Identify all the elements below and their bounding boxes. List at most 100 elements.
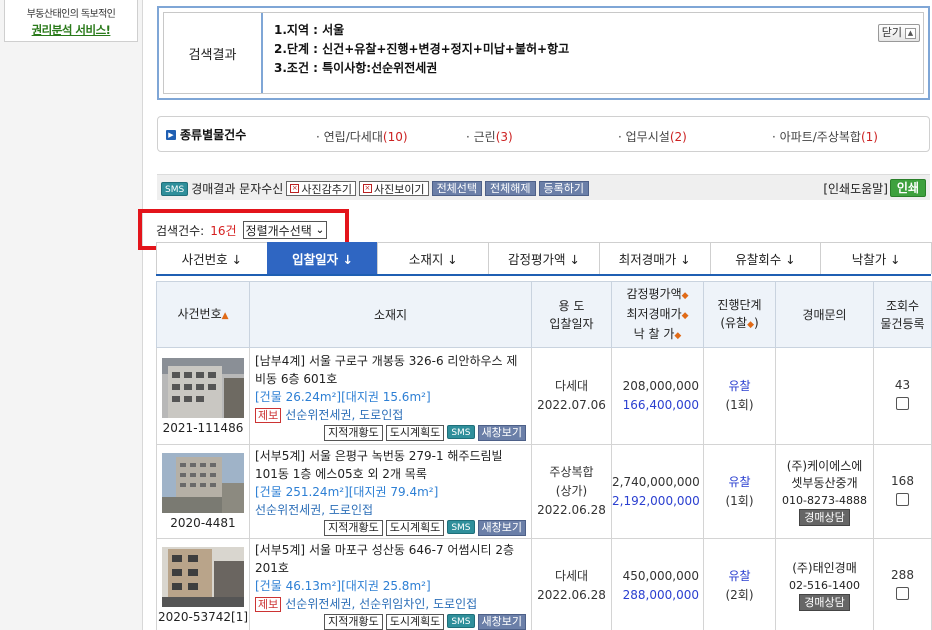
condition-stage: 2.단계 : 신건+유찰+진행+변경+정지+미납+불허+항고: [274, 42, 570, 56]
header-case-label: 사건번호: [177, 306, 222, 321]
bid-date: 2022.06.28: [537, 503, 606, 517]
case-number[interactable]: 2020-4481: [157, 516, 249, 530]
left-sidebar: 부동산태인의 독보적인 권리분석 서비스!: [0, 0, 143, 630]
cadastral-map-button[interactable]: 지적개황도: [324, 520, 383, 536]
sms-button[interactable]: SMS: [447, 424, 475, 439]
sms-button[interactable]: SMS: [447, 614, 475, 628]
register-checkbox[interactable]: [896, 586, 909, 600]
tab-appraisal[interactable]: 감정평가액 ↓: [488, 242, 600, 274]
price-cell: 2,740,000,000 2,192,000,000: [611, 444, 704, 539]
case-cell[interactable]: 2020-53742[1]: [156, 538, 250, 630]
report-badge[interactable]: 제보: [255, 597, 282, 612]
stage-count: (1회): [725, 493, 754, 508]
condition-region: 1.지역 : 서울: [274, 23, 345, 37]
case-number[interactable]: 2020-53742[1]: [157, 610, 249, 624]
tab-case-number[interactable]: 사건번호 ↓: [156, 242, 268, 274]
tab-location[interactable]: 소재지 ↓: [377, 242, 490, 274]
type-count-bar: ▶ 종류별물건수 · 연립/다세대(10) · 근린(3) · 업무시설(2) …: [157, 116, 930, 152]
stage-count: (2회): [725, 587, 754, 602]
header-prices[interactable]: 감정평가액◆ 최저경매가◆ 낙 찰 가◆: [611, 281, 704, 348]
report-badge[interactable]: 제보: [255, 407, 282, 423]
type-item-apartment[interactable]: · 아파트/주상복합(1): [772, 128, 878, 145]
type-item-office[interactable]: · 업무시설(2): [618, 128, 687, 145]
feature-text: 선순위전세권, 도로인접: [285, 407, 404, 422]
search-result-box: 검색결과 1.지역 : 서울 2.단계 : 신건+유찰+진행+변경+정지+미납+…: [157, 6, 930, 100]
stage-count: (1회): [725, 398, 754, 412]
sms-badge[interactable]: SMS: [161, 181, 189, 196]
header-date-label: 입찰일자: [549, 316, 594, 331]
print-help-link[interactable]: [인쇄도움말]: [823, 180, 888, 197]
header-min-label: 최저경매가: [626, 306, 682, 321]
header-stage[interactable]: 진행단계 (유찰◆): [703, 281, 776, 348]
city-plan-button[interactable]: 도시계획도: [385, 614, 445, 630]
header-case-number[interactable]: 사건번호▲: [156, 281, 250, 348]
case-cell[interactable]: 2021-111486: [156, 347, 250, 445]
new-window-button[interactable]: 새창보기: [477, 424, 526, 441]
type-item-neighborhood[interactable]: · 근린(3): [466, 128, 513, 145]
sort-tabs: 사건번호 ↓ 입찰일자 ↓ 소재지 ↓ 감정평가액 ↓ 최저경매가 ↓ 유찰회수…: [156, 242, 932, 276]
header-stage-close: ): [754, 315, 759, 330]
agency-name: (주)케이에스에: [786, 458, 863, 473]
building-photo-icon: [162, 357, 244, 418]
property-photo[interactable]: [162, 547, 244, 607]
area-info: [건물 251.24m²][대지권 79.4m²]: [255, 485, 439, 499]
city-plan-button[interactable]: 도시계획도: [385, 520, 445, 536]
fold-label: 닫기: [881, 26, 902, 39]
sms-button[interactable]: SMS: [447, 520, 475, 534]
use-subtext: (상가): [555, 484, 588, 498]
header-location: 소재지: [249, 281, 532, 348]
tab-fail-count[interactable]: 유찰회수 ↓: [709, 242, 822, 274]
hide-photos-label: 사진감추기: [301, 182, 352, 196]
case-cell[interactable]: 2020-4481: [156, 444, 250, 539]
inquiry-cell: [775, 347, 874, 445]
select-all-button[interactable]: 전체선택: [431, 181, 483, 196]
feature-text: 선순위전세권, 도로인접: [255, 503, 374, 517]
property-photo[interactable]: [162, 357, 244, 418]
new-window-button[interactable]: 새창보기: [477, 520, 526, 536]
cadastral-map-button[interactable]: 지적개황도: [324, 614, 383, 630]
sms-result-text[interactable]: 경매결과 문자수신: [191, 180, 283, 197]
close-box-icon: ×: [362, 184, 372, 193]
register-checkbox[interactable]: [896, 492, 909, 506]
header-stage-sub: (유찰: [720, 315, 748, 330]
property-photo[interactable]: [162, 453, 244, 513]
promo-banner[interactable]: 부동산태인의 독보적인 권리분석 서비스!: [4, 0, 138, 42]
table-row: 2020-4481 [서부5계] 서울 은평구 녹번동 279-1 해주드림빌 …: [156, 444, 932, 539]
consult-button[interactable]: 경매상담: [799, 508, 850, 526]
city-plan-button[interactable]: 도시계획도: [385, 424, 445, 441]
header-views: 조회수 물건등록: [873, 281, 932, 348]
fold-button[interactable]: 닫기 ▲: [877, 24, 920, 42]
register-checkbox[interactable]: [896, 397, 909, 410]
type-item-count: (10): [382, 130, 408, 144]
hide-photos-button[interactable]: × 사진감추기: [286, 181, 356, 196]
tab-winning-bid[interactable]: 낙찰가 ↓: [820, 242, 932, 274]
case-number[interactable]: 2021-111486: [157, 421, 249, 435]
type-item-villa[interactable]: · 연립/다세대(10): [316, 128, 408, 145]
tab-minimum-price[interactable]: 최저경매가 ↓: [598, 242, 711, 274]
print-button[interactable]: 인쇄: [889, 179, 926, 197]
type-item-count: (3): [495, 130, 513, 144]
consult-button[interactable]: 경매상담: [799, 594, 850, 611]
table-header-row: 사건번호▲ 소재지 용 도입찰일자 감정평가액◆ 최저경매가◆ 낙 찰 가◆ 진행단…: [156, 281, 932, 348]
agency-phone: 02-516-1400: [789, 579, 860, 592]
header-use-date: 용 도입찰일자: [531, 281, 612, 348]
bid-date: 2022.07.06: [537, 398, 606, 412]
stage-text: 유찰: [728, 568, 751, 583]
show-photos-button[interactable]: × 사진보이기: [358, 181, 429, 196]
inquiry-cell: (주)태인경매 02-516-1400 경매상담: [775, 538, 874, 630]
minimum-price: 166,400,000: [622, 398, 699, 412]
tab-bid-date[interactable]: 입찰일자 ↓: [266, 242, 379, 274]
new-window-button[interactable]: 새창보기: [477, 614, 526, 630]
header-use-label: 용 도: [558, 298, 585, 313]
type-item-name: 업무시설: [625, 130, 670, 144]
register-button[interactable]: 등록하기: [538, 181, 590, 196]
header-appraisal-label: 감정평가액: [626, 286, 682, 301]
minimum-price: 2,192,000,000: [612, 493, 700, 508]
type-item-name: 연립/다세대: [323, 130, 383, 144]
results-table: 사건번호▲ 소재지 용 도입찰일자 감정평가액◆ 최저경매가◆ 낙 찰 가◆ 진행단…: [156, 281, 932, 630]
arrow-bullet-icon: ▶: [166, 129, 176, 140]
deselect-all-button[interactable]: 전체해제: [485, 181, 536, 196]
stage-cell: 유찰 (2회): [703, 538, 776, 630]
cadastral-map-button[interactable]: 지적개황도: [324, 424, 383, 441]
feature-text: 선순위전세권, 선순위임차인, 도로인접: [285, 597, 478, 611]
